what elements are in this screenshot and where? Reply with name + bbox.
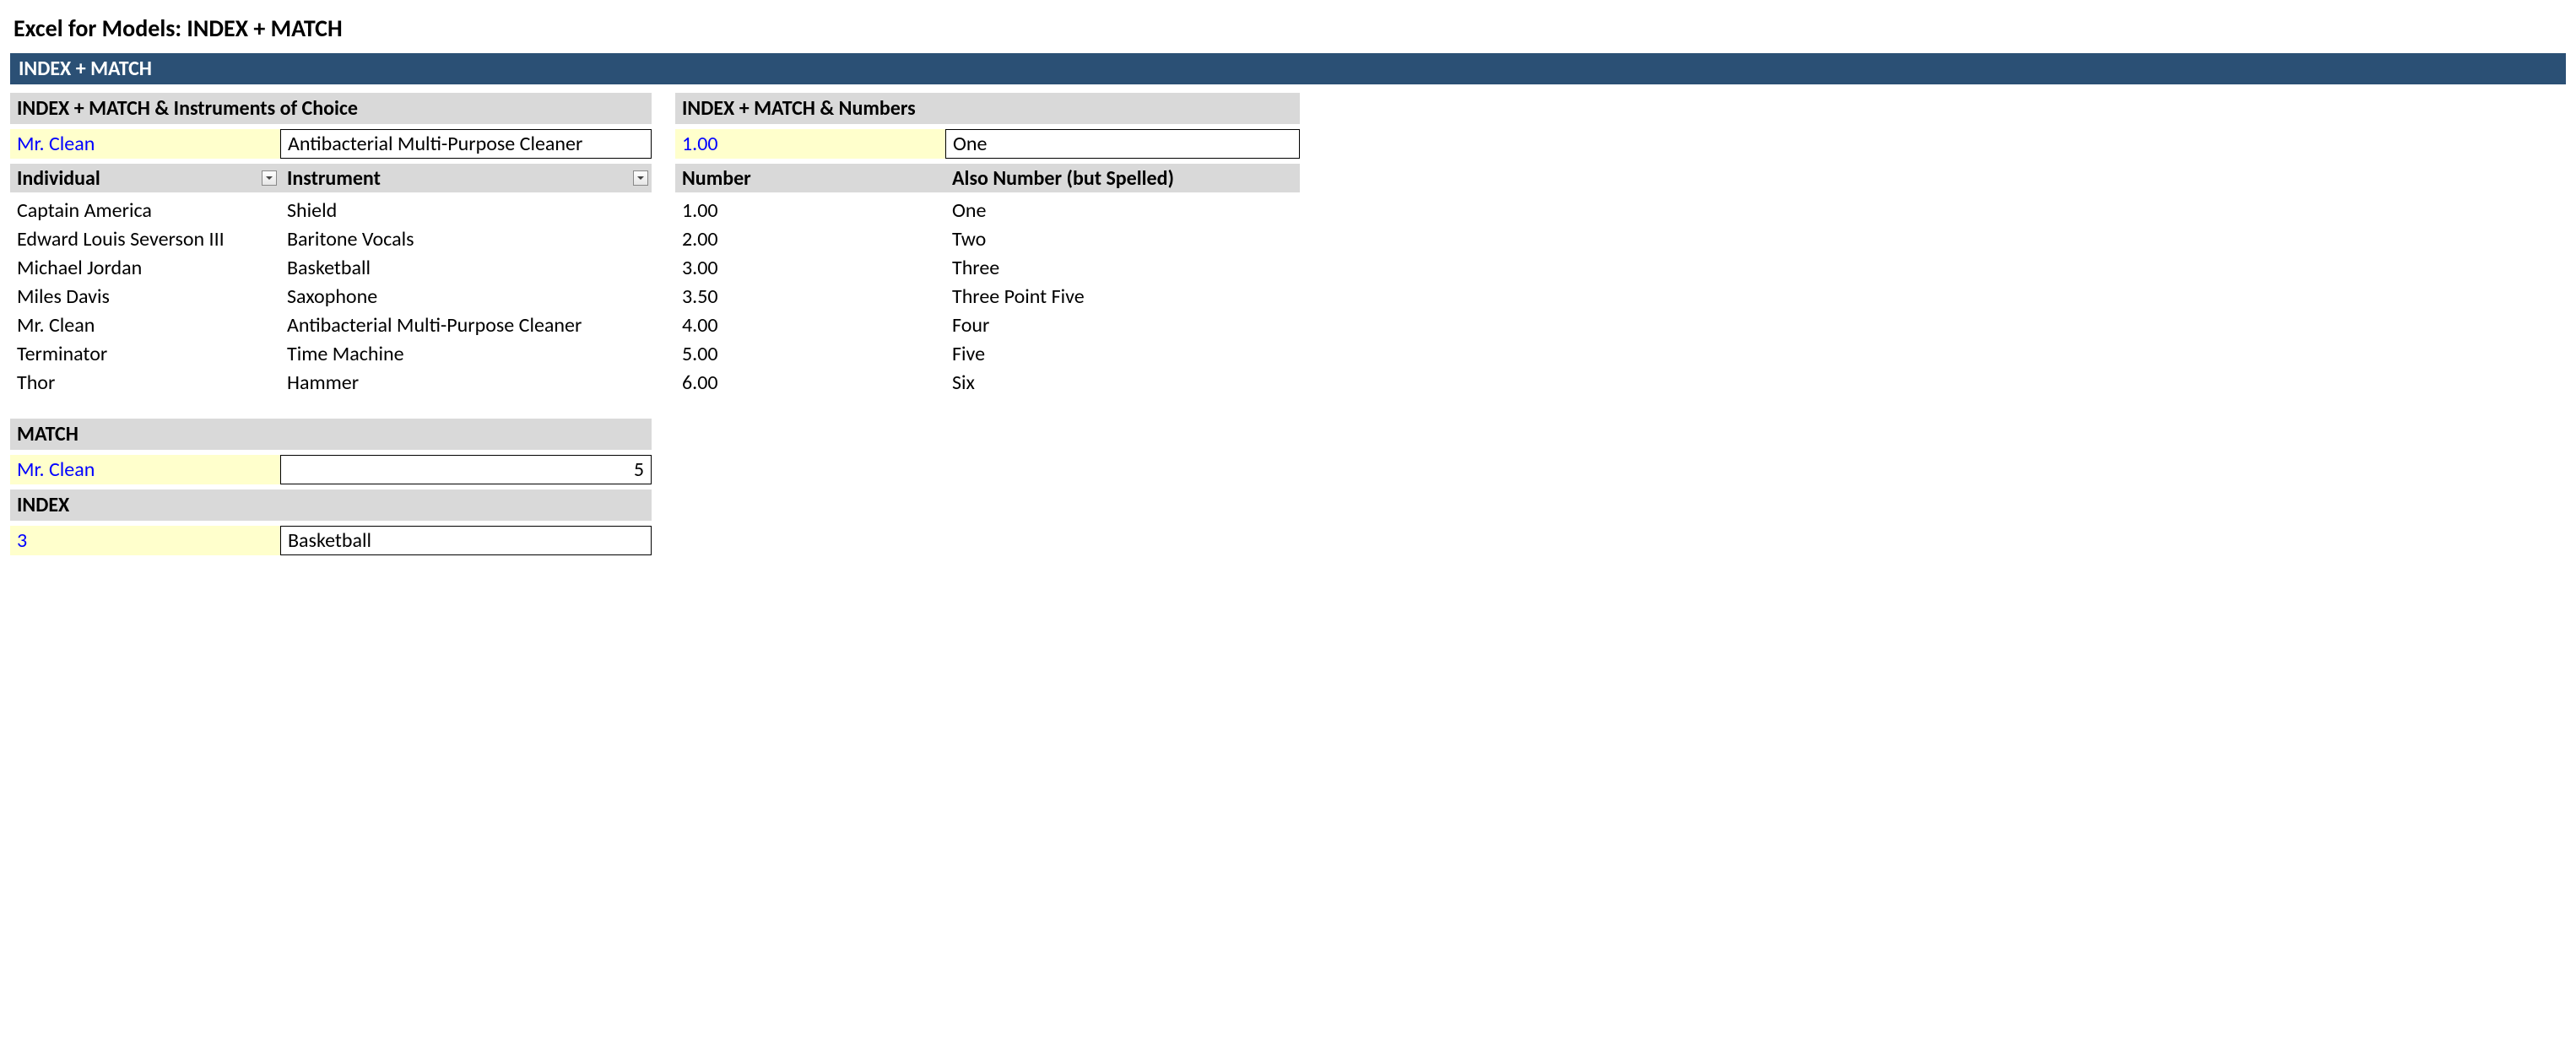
table-row: Michael Jordan Basketball: [10, 253, 652, 282]
page-title: Excel for Models: INDEX + MATCH: [14, 14, 2566, 43]
cell-individual: Captain America: [10, 196, 280, 224]
cell-spelled: Five: [945, 339, 1300, 368]
table-row: 6.00 Six: [675, 368, 1300, 397]
col-header-instrument-label: Instrument: [287, 166, 381, 191]
cell-individual: Mr. Clean: [10, 311, 280, 339]
cell-individual: Terminator: [10, 339, 280, 368]
cell-individual: Thor: [10, 368, 280, 397]
index-result: Basketball: [280, 526, 652, 555]
table-row: 5.00 Five: [675, 339, 1300, 368]
left-table-header: Individual Instrument: [10, 164, 652, 192]
table-row: 1.00 One: [675, 196, 1300, 224]
table-row: 3.50 Three Point Five: [675, 282, 1300, 311]
col-header-individual: Individual: [10, 164, 280, 192]
table-row: Terminator Time Machine: [10, 339, 652, 368]
cell-instrument: Basketball: [280, 253, 652, 282]
cell-number: 4.00: [675, 311, 945, 339]
cell-spelled: Two: [945, 224, 1300, 253]
table-row: 3.00 Three: [675, 253, 1300, 282]
col-header-instrument: Instrument: [280, 164, 652, 192]
left-panel: INDEX + MATCH & Instruments of Choice Mr…: [10, 93, 652, 555]
index-input[interactable]: 3: [10, 526, 280, 555]
cell-number: 3.00: [675, 253, 945, 282]
cell-spelled: One: [945, 196, 1300, 224]
lookup-number-result: One: [945, 129, 1300, 159]
cell-number: 6.00: [675, 368, 945, 397]
cell-instrument: Saxophone: [280, 282, 652, 311]
cell-number: 1.00: [675, 196, 945, 224]
col-header-individual-label: Individual: [17, 166, 100, 191]
cell-spelled: Four: [945, 311, 1300, 339]
cell-instrument: Hammer: [280, 368, 652, 397]
lookup-number-input[interactable]: 1.00: [675, 129, 945, 159]
cell-spelled: Three Point Five: [945, 282, 1300, 311]
table-row: Mr. Clean Antibacterial Multi-Purpose Cl…: [10, 311, 652, 339]
match-section-title: MATCH: [10, 419, 652, 450]
left-section-title: INDEX + MATCH & Instruments of Choice: [10, 93, 652, 124]
index-section-title: INDEX: [10, 489, 652, 521]
cell-instrument: Antibacterial Multi-Purpose Cleaner: [280, 311, 652, 339]
match-input[interactable]: Mr. Clean: [10, 455, 280, 484]
table-row: Edward Louis Severson III Baritone Vocal…: [10, 224, 652, 253]
lookup-individual-result: Antibacterial Multi-Purpose Cleaner: [280, 129, 652, 159]
filter-dropdown-icon[interactable]: [633, 170, 648, 186]
cell-instrument: Baritone Vocals: [280, 224, 652, 253]
cell-individual: Michael Jordan: [10, 253, 280, 282]
cell-individual: Miles Davis: [10, 282, 280, 311]
table-row: Miles Davis Saxophone: [10, 282, 652, 311]
cell-number: 3.50: [675, 282, 945, 311]
cell-spelled: Six: [945, 368, 1300, 397]
cell-individual: Edward Louis Severson III: [10, 224, 280, 253]
cell-spelled: Three: [945, 253, 1300, 282]
filter-dropdown-icon[interactable]: [262, 170, 277, 186]
cell-instrument: Shield: [280, 196, 652, 224]
cell-number: 2.00: [675, 224, 945, 253]
cell-number: 5.00: [675, 339, 945, 368]
cell-instrument: Time Machine: [280, 339, 652, 368]
lookup-individual-input[interactable]: Mr. Clean: [10, 129, 280, 159]
right-panel: INDEX + MATCH & Numbers 1.00 One Number …: [675, 93, 1300, 397]
table-row: Thor Hammer: [10, 368, 652, 397]
right-section-title: INDEX + MATCH & Numbers: [675, 93, 1300, 124]
section-banner: INDEX + MATCH: [10, 53, 2566, 84]
match-result: 5: [280, 455, 652, 484]
table-row: 4.00 Four: [675, 311, 1300, 339]
col-header-spelled: Also Number (but Spelled): [945, 164, 1300, 192]
right-table-header: Number Also Number (but Spelled): [675, 164, 1300, 192]
table-row: Captain America Shield: [10, 196, 652, 224]
col-header-number: Number: [675, 164, 945, 192]
table-row: 2.00 Two: [675, 224, 1300, 253]
